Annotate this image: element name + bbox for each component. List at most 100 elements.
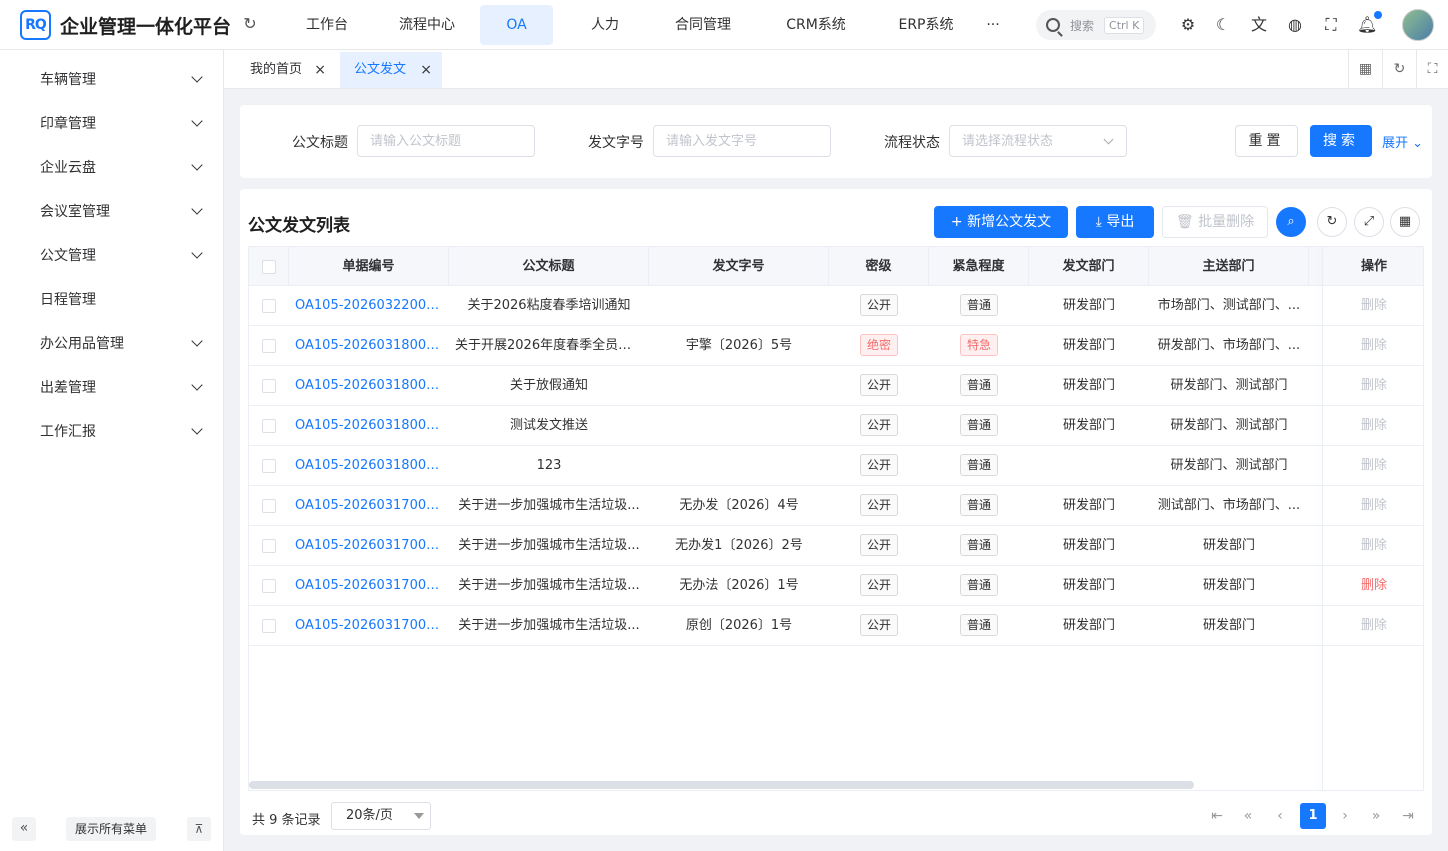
- col-header-to[interactable]: 主送部门: [1149, 247, 1309, 286]
- close-icon[interactable]: ×: [420, 52, 432, 88]
- delete-link[interactable]: 删除: [1361, 458, 1387, 473]
- tab-home[interactable]: 我的首页 ×: [224, 52, 336, 88]
- chevron-down-icon: [191, 71, 203, 83]
- moon-icon[interactable]: ☾: [1213, 15, 1233, 35]
- sidebar-item-meeting-room[interactable]: 会议室管理: [0, 189, 223, 233]
- delete-link[interactable]: 删除: [1361, 538, 1387, 553]
- sidebar-item-office-supplies[interactable]: 办公用品管理: [0, 321, 223, 365]
- cell-id[interactable]: OA105-2026031700002: [289, 606, 449, 646]
- sidebar-item-document[interactable]: 公文管理: [0, 233, 223, 277]
- nav-item-hr[interactable]: 人力: [553, 5, 657, 45]
- cell-id[interactable]: OA105-2026031800003: [289, 366, 449, 406]
- cell-id[interactable]: OA105-2026031800001: [289, 446, 449, 486]
- search-button[interactable]: 搜索: [1310, 125, 1372, 157]
- cell-id[interactable]: OA105-2026031700005: [289, 486, 449, 526]
- delete-link[interactable]: 删除: [1361, 338, 1387, 353]
- sidebar-item-vehicle[interactable]: 车辆管理: [0, 57, 223, 101]
- density-icon[interactable]: ⤢: [1354, 207, 1384, 237]
- cell-id[interactable]: OA105-2026031700003: [289, 566, 449, 606]
- expand-filter-link[interactable]: 展开 ⌄: [1382, 132, 1423, 151]
- nav-more-icon[interactable]: ···: [969, 5, 1017, 45]
- pin-icon[interactable]: ⊼: [187, 817, 211, 841]
- download-icon: ⤓: [1095, 214, 1102, 230]
- nav-item-workbench[interactable]: 工作台: [280, 5, 374, 45]
- cell-dept: [1029, 446, 1149, 486]
- gear-icon[interactable]: ⚙: [1178, 15, 1198, 35]
- status-filter-select[interactable]: [949, 125, 1127, 157]
- prev-group-icon[interactable]: «: [1235, 803, 1261, 829]
- row-checkbox[interactable]: [262, 339, 276, 353]
- columns-icon[interactable]: ▦: [1390, 207, 1420, 237]
- title-filter-input[interactable]: [357, 125, 535, 157]
- global-search[interactable]: 搜索 Ctrl K: [1036, 10, 1156, 40]
- row-checkbox[interactable]: [262, 579, 276, 593]
- sidebar-item-business-trip[interactable]: 出差管理: [0, 365, 223, 409]
- fullscreen-icon[interactable]: ⛶: [1321, 15, 1341, 35]
- reset-button[interactable]: 重置: [1235, 125, 1298, 157]
- delete-link[interactable]: 删除: [1361, 498, 1387, 513]
- cell-id[interactable]: OA105-2026031800004: [289, 326, 449, 366]
- row-checkbox[interactable]: [262, 379, 276, 393]
- sidebar-item-cloud[interactable]: 企业云盘: [0, 145, 223, 189]
- tab-document-issue[interactable]: 公文发文 ×: [340, 52, 442, 88]
- row-checkbox[interactable]: [262, 539, 276, 553]
- next-group-icon[interactable]: »: [1363, 803, 1389, 829]
- first-page-icon[interactable]: ⇤: [1204, 803, 1230, 829]
- prev-page-icon[interactable]: ‹: [1267, 803, 1293, 829]
- cell-id[interactable]: OA105-2026031800002: [289, 406, 449, 446]
- chevron-down-icon: ⌄: [1412, 136, 1424, 151]
- select-all-checkbox[interactable]: [262, 260, 276, 274]
- docno-filter-input[interactable]: [653, 125, 831, 157]
- refresh-table-icon[interactable]: ↻: [1317, 207, 1347, 237]
- delete-link[interactable]: 删除: [1361, 298, 1387, 313]
- delete-link[interactable]: 删除: [1361, 418, 1387, 433]
- sidebar-item-schedule[interactable]: 日程管理: [0, 277, 223, 321]
- row-checkbox[interactable]: [262, 299, 276, 313]
- toggle-search-icon[interactable]: ⌕: [1276, 207, 1306, 237]
- bell-icon[interactable]: 🔔︎: [1357, 15, 1377, 35]
- col-header-id[interactable]: 单据编号: [289, 247, 449, 286]
- cell-urgency: 普通: [929, 566, 1029, 606]
- cell-to: 市场部门、测试部门、...: [1157, 298, 1301, 313]
- sidebar-item-work-report[interactable]: 工作汇报: [0, 409, 223, 453]
- export-button[interactable]: ⤓ 导出: [1076, 206, 1154, 238]
- delete-link[interactable]: 删除: [1361, 578, 1387, 593]
- maximize-icon[interactable]: ⛶: [1416, 50, 1448, 89]
- refresh-icon[interactable]: ↻: [241, 15, 259, 33]
- avatar[interactable]: [1402, 9, 1434, 41]
- collapse-sidebar-icon[interactable]: «: [12, 817, 36, 841]
- nav-item-crm[interactable]: CRM系统: [749, 5, 883, 45]
- row-checkbox[interactable]: [262, 419, 276, 433]
- add-document-button[interactable]: + 新增公文发文: [934, 206, 1068, 238]
- show-all-menus-button[interactable]: 展示所有菜单: [66, 817, 156, 841]
- nav-item-process-center[interactable]: 流程中心: [374, 5, 480, 45]
- delete-link[interactable]: 删除: [1361, 618, 1387, 633]
- cell-secret: 公开: [829, 486, 929, 526]
- nav-item-oa[interactable]: OA: [480, 5, 553, 45]
- cell-id[interactable]: OA105-2026032200001: [289, 286, 449, 326]
- col-header-urgency[interactable]: 紧急程度: [929, 247, 1029, 286]
- page-size-select[interactable]: 20条/页: [331, 802, 431, 830]
- nav-item-contract[interactable]: 合同管理: [657, 5, 749, 45]
- col-header-docno[interactable]: 发文字号: [649, 247, 829, 286]
- batch-delete-button[interactable]: 🗑︎ 批量删除: [1162, 206, 1268, 238]
- page-number[interactable]: 1: [1300, 803, 1326, 829]
- horizontal-scrollbar[interactable]: [249, 781, 1194, 789]
- grid-icon[interactable]: ▦: [1348, 50, 1382, 89]
- last-page-icon[interactable]: ⇥: [1395, 803, 1421, 829]
- row-checkbox[interactable]: [262, 459, 276, 473]
- next-page-icon[interactable]: ›: [1332, 803, 1358, 829]
- sidebar-item-seal[interactable]: 印章管理: [0, 101, 223, 145]
- refresh-tab-icon[interactable]: ↻: [1382, 50, 1416, 89]
- row-checkbox[interactable]: [262, 499, 276, 513]
- translate-icon[interactable]: 文: [1249, 15, 1269, 35]
- close-icon[interactable]: ×: [314, 52, 326, 88]
- col-header-secret[interactable]: 密级: [829, 247, 929, 286]
- globe-icon[interactable]: ◍: [1285, 15, 1305, 35]
- cell-id[interactable]: OA105-2026031700004: [289, 526, 449, 566]
- row-checkbox[interactable]: [262, 619, 276, 633]
- col-header-title[interactable]: 公文标题: [449, 247, 649, 286]
- nav-item-erp[interactable]: ERP系统: [883, 5, 969, 45]
- col-header-dept[interactable]: 发文部门: [1029, 247, 1149, 286]
- delete-link[interactable]: 删除: [1361, 378, 1387, 393]
